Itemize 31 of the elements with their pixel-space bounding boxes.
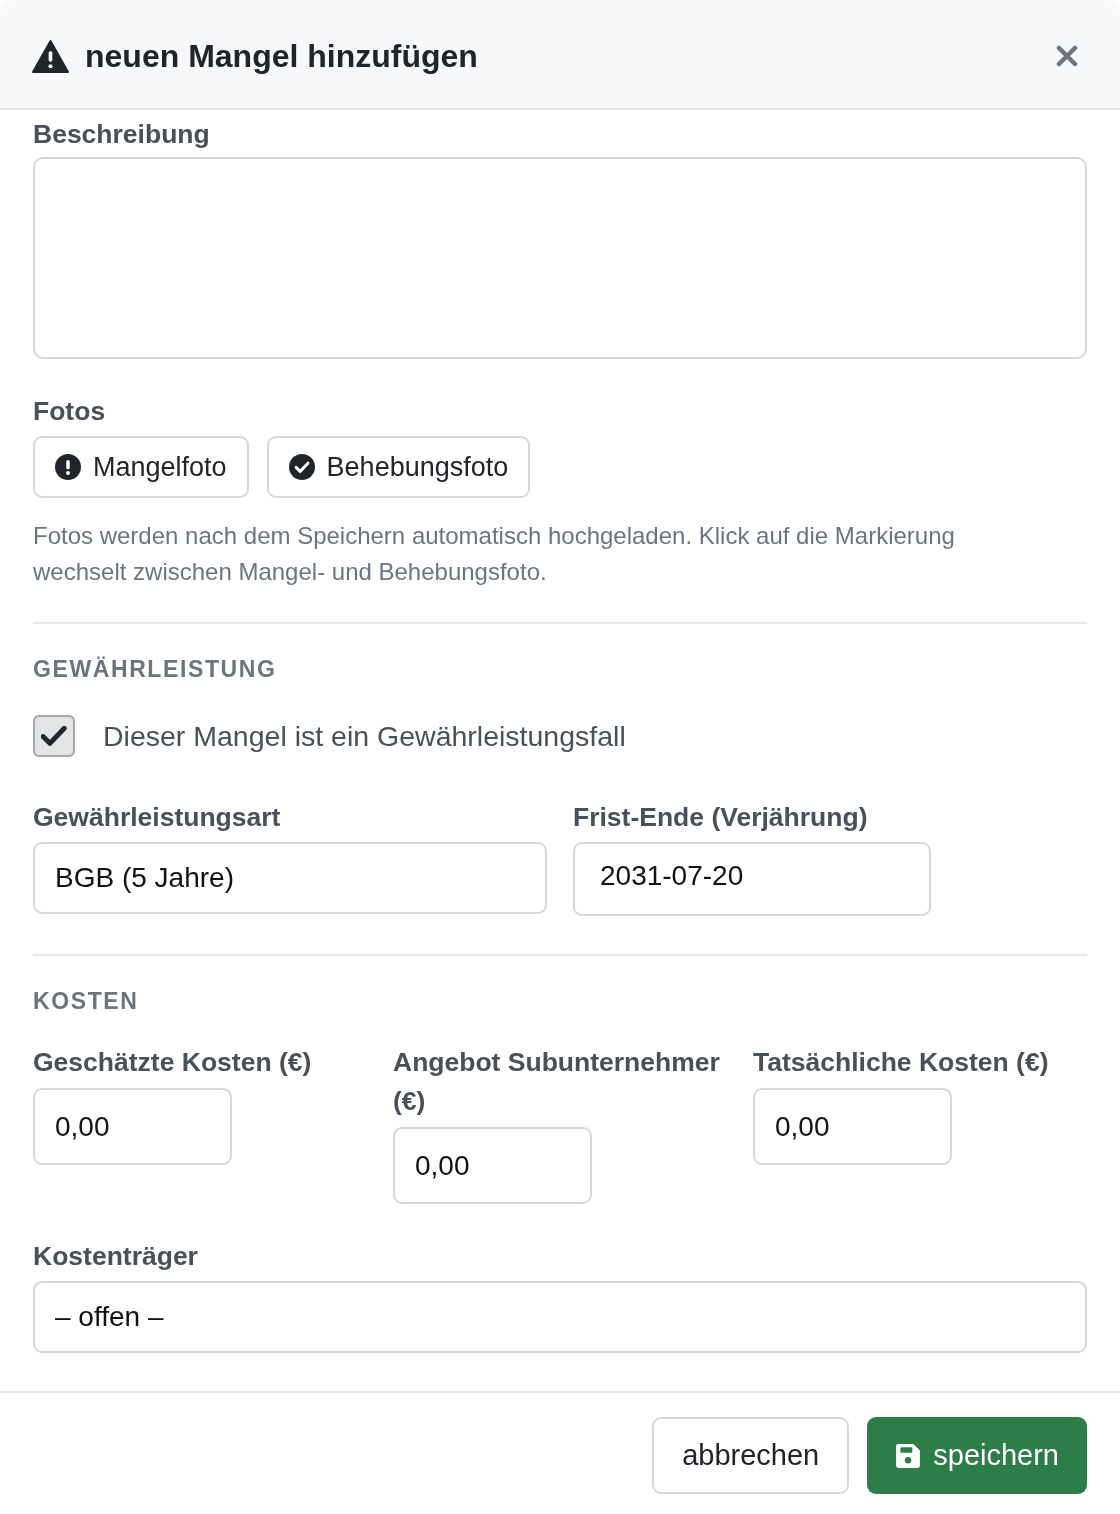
warning-icon <box>32 39 69 73</box>
description-field[interactable] <box>33 157 1087 359</box>
input-field[interactable]: 0,00 <box>33 1088 232 1165</box>
dialog-title: neuen Mangel hinzufügen <box>85 37 478 75</box>
save-button[interactable]: speichern <box>867 1417 1087 1494</box>
input-field[interactable]: 0,00 <box>393 1127 592 1204</box>
checkbox-label: Dieser Mangel ist ein Gewährleistungsfall <box>103 719 626 753</box>
cancel-button[interactable]: abbrechen <box>652 1417 850 1494</box>
input-field[interactable]: 0,00 <box>753 1088 952 1165</box>
checkmark-icon <box>41 725 67 747</box>
input-field[interactable]: BGB (5 Jahre) <box>33 842 547 914</box>
field-label: Geschätzte Kosten (€) <box>33 1046 313 1079</box>
checkbox[interactable] <box>33 715 75 757</box>
field-label: Kostenträger <box>33 1241 199 1271</box>
section-heading: GEWÄHRLEISTUNG <box>33 655 278 684</box>
field-label: Fotos <box>33 396 107 426</box>
photo-button[interactable]: Behebungsfoto <box>266 436 531 498</box>
field-label: Beschreibung <box>33 119 211 149</box>
photo-button[interactable]: Mangelfoto <box>33 436 249 498</box>
input-field[interactable]: 2031-07-20 <box>573 842 931 916</box>
close-button[interactable] <box>1054 43 1080 69</box>
field-label: Gewährleistungsart <box>33 802 282 832</box>
section-heading: KOSTEN <box>33 987 140 1016</box>
photo-hint: Fotos werden nach dem Speichern automatisch hochgeladen. Klick auf die Markierung wechselt zwischen Mangel- und Behebungsfoto. <box>33 521 956 587</box>
close-icon <box>1056 45 1078 67</box>
exclamation-icon <box>55 454 81 480</box>
field-label: Tatsächliche Kosten (€) <box>753 1046 1050 1079</box>
select-field[interactable]: – offen – <box>33 1281 1087 1353</box>
field-label: Angebot Subunternehmer (€) <box>393 1046 721 1118</box>
check-circle-icon <box>288 454 315 480</box>
field-label: Frist-Ende (Verjährung) <box>573 802 869 832</box>
